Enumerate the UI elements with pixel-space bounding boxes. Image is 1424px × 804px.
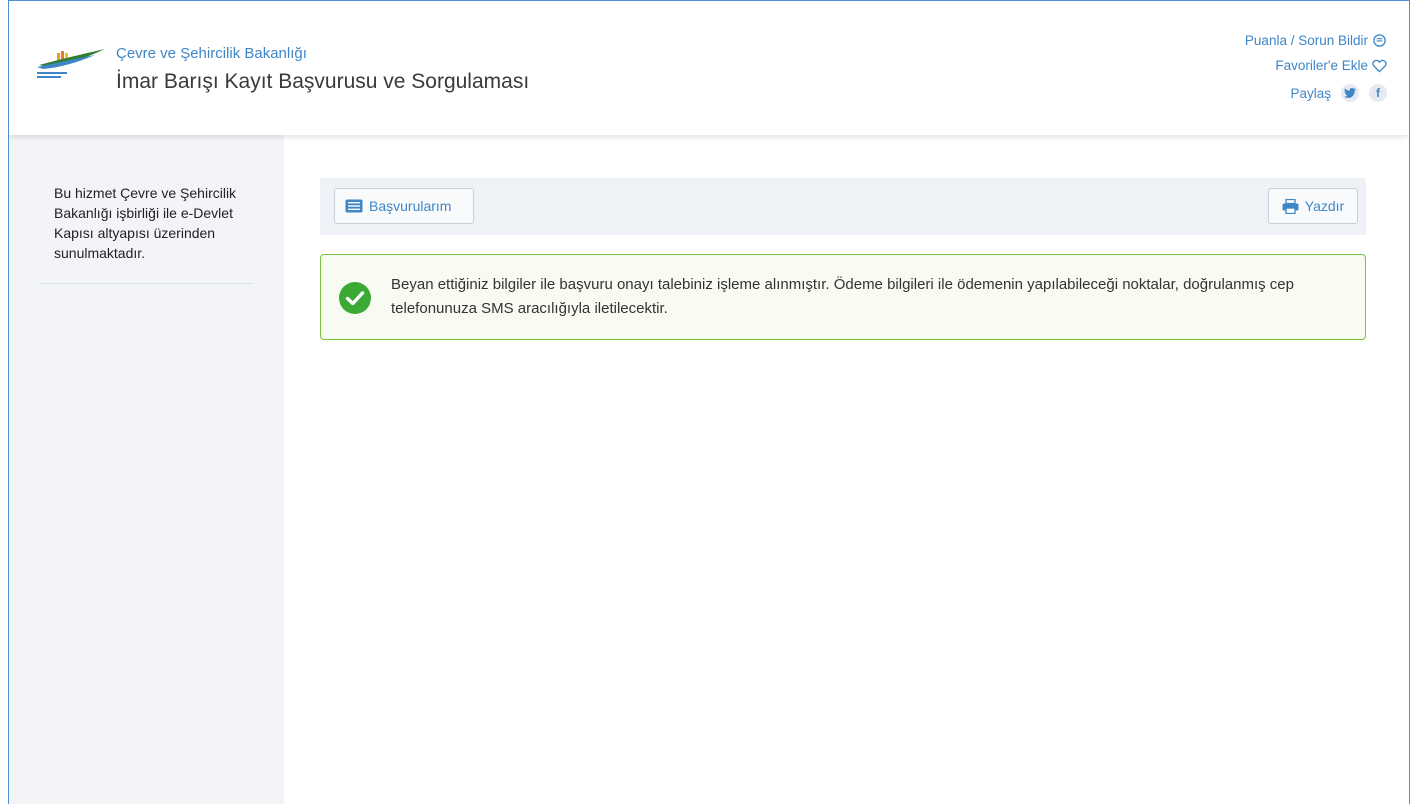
browser-frame: Çevre ve Şehircilik Bakanlığı İmar Barış… (8, 0, 1410, 804)
my-applications-label: Başvurularım (369, 198, 452, 214)
printer-icon (1282, 198, 1299, 214)
list-icon (345, 199, 363, 213)
sidebar: Bu hizmet Çevre ve Şehircilik Bakanlığı … (9, 135, 284, 804)
sidebar-divider (39, 283, 254, 284)
alert-message: Beyan ettiğiniz bilgiler ile başvuru ona… (391, 276, 1294, 317)
add-favorites-label[interactable]: Favoriler'e Ekle (1275, 58, 1368, 73)
comment-icon (1373, 34, 1386, 47)
my-applications-button[interactable]: Başvurularım (334, 188, 474, 224)
rate-report-label[interactable]: Puanla / Sorun Bildir (1245, 33, 1368, 48)
twitter-icon[interactable] (1341, 84, 1359, 102)
facebook-icon[interactable]: f (1369, 84, 1387, 102)
header-links: Puanla / Sorun Bildir Favoriler'e Ekle P… (1245, 28, 1387, 108)
page-title: İmar Barışı Kayıt Başvurusu ve Sorgulama… (116, 70, 530, 93)
ministry-logo (37, 49, 105, 78)
success-alert: Beyan ettiğiniz bilgiler ile başvuru ona… (320, 254, 1366, 340)
page-header: Çevre ve Şehircilik Bakanlığı İmar Barış… (9, 1, 1409, 135)
action-toolbar: Başvurularım Yazdır (320, 178, 1366, 235)
print-button[interactable]: Yazdır (1268, 188, 1358, 224)
heart-icon (1372, 59, 1387, 73)
check-circle-icon (339, 282, 371, 314)
rate-report-link[interactable]: Puanla / Sorun Bildir (1245, 28, 1387, 53)
share-row: Paylaş f (1245, 78, 1387, 108)
service-provider-note: Bu hizmet Çevre ve Şehircilik Bakanlığı … (54, 185, 237, 261)
share-label: Paylaş (1290, 85, 1331, 101)
ministry-name[interactable]: Çevre ve Şehircilik Bakanlığı (116, 45, 307, 62)
print-label: Yazdır (1304, 198, 1345, 214)
add-favorites-link[interactable]: Favoriler'e Ekle (1245, 53, 1387, 78)
